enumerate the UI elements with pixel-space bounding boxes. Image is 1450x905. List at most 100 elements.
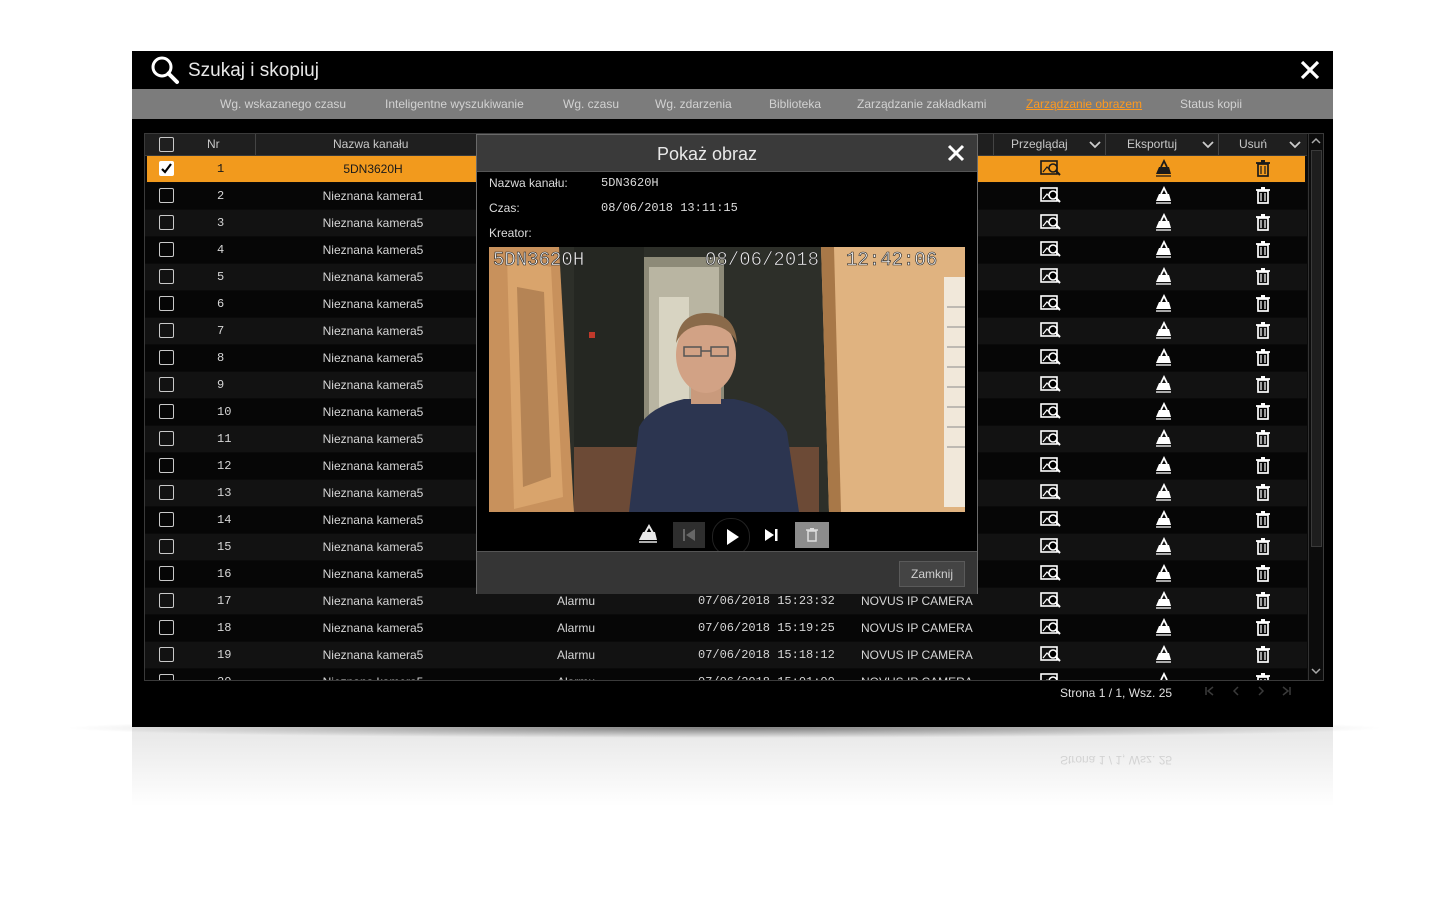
chevron-down-icon[interactable] [1201,136,1215,152]
trash-icon[interactable] [1253,429,1273,447]
export-icon[interactable] [637,524,659,544]
trash-icon[interactable] [1253,240,1273,258]
trash-icon[interactable] [1253,456,1273,474]
export-icon[interactable] [1154,158,1174,177]
trash-icon[interactable] [1253,321,1273,339]
trash-icon[interactable] [1253,213,1273,231]
browse-icon[interactable] [1040,591,1061,609]
row-checkbox[interactable] [159,539,174,554]
tab-zarz-dzanie-obrazem[interactable]: Zarządzanie obrazem [1026,97,1142,111]
export-icon[interactable] [1154,563,1174,582]
trash-icon[interactable] [1253,537,1273,555]
export-icon[interactable] [1154,428,1174,447]
row-checkbox[interactable] [159,242,174,257]
row-checkbox[interactable] [159,350,174,365]
export-icon[interactable] [1154,266,1174,285]
browse-icon[interactable] [1040,510,1061,528]
export-icon[interactable] [1154,644,1174,663]
trash-icon[interactable] [1253,483,1273,501]
row-checkbox[interactable] [159,674,174,680]
trash-icon[interactable] [1253,591,1273,609]
row-checkbox[interactable] [159,431,174,446]
export-icon[interactable] [1154,455,1174,474]
browse-icon[interactable] [1040,267,1061,285]
row-checkbox[interactable] [159,593,174,608]
table-row[interactable]: 20 Nieznana kamera5 Alarmu 07/06/2018 15:01… [145,669,1307,680]
browse-icon[interactable] [1040,186,1061,204]
browse-icon[interactable] [1040,213,1061,231]
export-icon[interactable] [1154,482,1174,501]
tab-wg-zdarzenia[interactable]: Wg. zdarzenia [655,97,732,111]
browse-icon[interactable] [1040,240,1061,258]
trash-icon[interactable] [1253,645,1273,663]
export-icon[interactable] [1154,617,1174,636]
row-checkbox[interactable] [159,161,174,176]
trash-icon[interactable] [1253,375,1273,393]
browse-icon[interactable] [1040,402,1061,420]
next-page-icon[interactable] [1254,684,1268,698]
row-checkbox[interactable] [159,485,174,500]
browse-icon[interactable] [1040,537,1061,555]
export-icon[interactable] [1154,401,1174,420]
export-icon[interactable] [1154,590,1174,609]
row-checkbox[interactable] [159,566,174,581]
row-checkbox[interactable] [159,647,174,662]
tab-zarz-dzanie-zak-adkami[interactable]: Zarządzanie zakładkami [857,97,986,111]
browse-icon[interactable] [1040,321,1061,339]
trash-icon[interactable] [1253,294,1273,312]
scroll-down-icon[interactable] [1310,666,1322,676]
row-checkbox[interactable] [159,512,174,527]
export-icon[interactable] [1154,293,1174,312]
trash-icon[interactable] [1253,267,1273,285]
column-browse[interactable]: Przeglądaj [1011,137,1068,151]
browse-icon[interactable] [1040,645,1061,663]
vertical-scrollbar[interactable] [1308,134,1323,680]
export-icon[interactable] [1154,509,1174,528]
trash-icon[interactable] [1253,402,1273,420]
column-delete[interactable]: Usuń [1239,137,1267,151]
export-icon[interactable] [1154,212,1174,231]
scroll-up-icon[interactable] [1310,136,1322,146]
trash-icon[interactable] [1253,510,1273,528]
trash-icon[interactable] [1253,564,1273,582]
row-checkbox[interactable] [159,458,174,473]
browse-icon[interactable] [1040,483,1061,501]
next-button[interactable] [755,522,787,548]
browse-icon[interactable] [1040,294,1061,312]
browse-icon[interactable] [1040,618,1061,636]
close-icon[interactable] [1299,59,1321,81]
chevron-down-icon[interactable] [1288,136,1302,152]
browse-icon[interactable] [1040,429,1061,447]
column-channel[interactable]: Nazwa kanału [333,137,408,151]
select-all-checkbox[interactable] [159,137,174,152]
export-icon[interactable] [1154,239,1174,258]
row-checkbox[interactable] [159,323,174,338]
export-icon[interactable] [1154,185,1174,204]
trash-icon[interactable] [1253,348,1273,366]
close-button[interactable]: Zamknij [899,561,965,587]
export-icon[interactable] [1154,671,1174,680]
row-checkbox[interactable] [159,269,174,284]
trash-icon[interactable] [1253,159,1273,177]
row-checkbox[interactable] [159,296,174,311]
export-icon[interactable] [1154,536,1174,555]
previous-button[interactable] [673,522,705,548]
row-checkbox[interactable] [159,377,174,392]
export-icon[interactable] [1154,320,1174,339]
table-row[interactable]: 19 Nieznana kamera5 Alarmu 07/06/2018 15:18… [145,642,1307,668]
row-checkbox[interactable] [159,620,174,635]
export-icon[interactable] [1154,374,1174,393]
browse-icon[interactable] [1040,159,1061,177]
delete-button[interactable] [795,522,829,548]
row-checkbox[interactable] [159,188,174,203]
browse-icon[interactable] [1040,456,1061,474]
close-icon[interactable] [947,144,965,162]
last-page-icon[interactable] [1279,684,1293,698]
tab-wg-wskazanego-czasu[interactable]: Wg. wskazanego czasu [220,97,346,111]
tab-status-kopii[interactable]: Status kopii [1180,97,1242,111]
prev-page-icon[interactable] [1229,684,1243,698]
table-row[interactable]: 18 Nieznana kamera5 Alarmu 07/06/2018 15:19… [145,615,1307,641]
chevron-down-icon[interactable] [1088,136,1102,152]
column-export[interactable]: Eksportuj [1127,137,1177,151]
browse-icon[interactable] [1040,348,1061,366]
